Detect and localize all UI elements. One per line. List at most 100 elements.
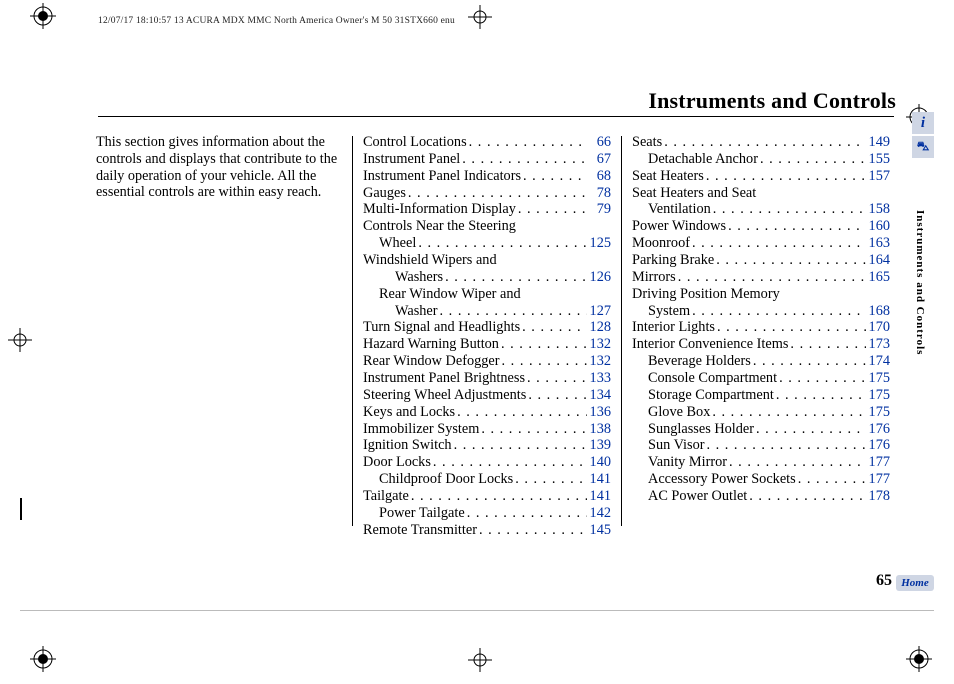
toc-label: Ventilation: [648, 201, 711, 218]
print-header: 12/07/17 18:10:57 13 ACURA MDX MMC North…: [98, 16, 455, 26]
toc-entry[interactable]: Instrument Panel . . . . . . . . . . . .…: [363, 151, 611, 168]
toc-entry[interactable]: Moonroof . . . . . . . . . . . . . . . .…: [632, 235, 890, 252]
toc-leader: . . . . . . . . . . . . . . . . . . . . …: [690, 235, 866, 252]
toc-label: Keys and Locks: [363, 404, 455, 421]
toc-label: Vanity Mirror: [648, 454, 727, 471]
toc-page: 176: [866, 421, 890, 438]
toc-label: Power Tailgate: [379, 505, 465, 522]
toc-entry[interactable]: Childproof Door Locks . . . . . . . . . …: [363, 471, 611, 488]
toc-page: 140: [587, 454, 611, 471]
toc-leader: . . . . . . . . . . . . . . . . . . . . …: [477, 522, 587, 539]
toc-entry[interactable]: Ventilation . . . . . . . . . . . . . . …: [632, 201, 890, 218]
toc-page: 136: [587, 404, 611, 421]
toc-label: Multi-Information Display: [363, 201, 516, 218]
home-tab[interactable]: Home: [896, 575, 934, 591]
toc-entry[interactable]: Instrument Panel Indicators . . . . . . …: [363, 168, 611, 185]
toc-entry[interactable]: Ignition Switch . . . . . . . . . . . . …: [363, 437, 611, 454]
toc-entry[interactable]: Glove Box . . . . . . . . . . . . . . . …: [632, 404, 890, 421]
toc-entry[interactable]: Power Windows . . . . . . . . . . . . . …: [632, 218, 890, 235]
toc-label: Controls Near the Steering: [363, 218, 516, 235]
toc-entry[interactable]: Keys and Locks . . . . . . . . . . . . .…: [363, 404, 611, 421]
toc-page: 163: [866, 235, 890, 252]
toc-page: 175: [866, 370, 890, 387]
toc-entry[interactable]: Wheel . . . . . . . . . . . . . . . . . …: [363, 235, 611, 252]
toc-page: 165: [866, 269, 890, 286]
toc-entry[interactable]: Tailgate . . . . . . . . . . . . . . . .…: [363, 488, 611, 505]
toc-entry[interactable]: Detachable Anchor . . . . . . . . . . . …: [632, 151, 890, 168]
toc-entry[interactable]: Immobilizer System . . . . . . . . . . .…: [363, 421, 611, 438]
registration-mark-icon: [906, 646, 936, 676]
info-icon: i: [921, 115, 925, 132]
toc-entry[interactable]: Seats . . . . . . . . . . . . . . . . . …: [632, 134, 890, 151]
toc-label: Childproof Door Locks: [379, 471, 513, 488]
toc-entry[interactable]: Sun Visor . . . . . . . . . . . . . . . …: [632, 437, 890, 454]
toc-label: Sunglasses Holder: [648, 421, 754, 438]
toc-entry: Controls Near the Steering: [363, 218, 611, 235]
toc-leader: . . . . . . . . . . . . . . . . . . . . …: [516, 201, 587, 218]
toc-label: Parking Brake: [632, 252, 714, 269]
toc-label: Washers: [395, 269, 443, 286]
toc-entry[interactable]: Instrument Panel Brightness . . . . . . …: [363, 370, 611, 387]
cross-mark-icon: [468, 5, 492, 29]
toc-leader: . . . . . . . . . . . . . . . . . . . . …: [704, 168, 866, 185]
toc-entry[interactable]: Console Compartment . . . . . . . . . . …: [632, 370, 890, 387]
toc-label: AC Power Outlet: [648, 488, 747, 505]
toc-entry[interactable]: Steering Wheel Adjustments . . . . . . .…: [363, 387, 611, 404]
page: { "header": "12/07/17 18:10:57 13 ACURA …: [0, 0, 954, 684]
toc-label: Driving Position Memory: [632, 286, 780, 303]
toc-entry[interactable]: Parking Brake . . . . . . . . . . . . . …: [632, 252, 890, 269]
cross-mark-icon: [468, 648, 492, 672]
toc-label: Rear Window Wiper and: [379, 286, 521, 303]
toc-page: 158: [866, 201, 890, 218]
toc-entry[interactable]: Interior Convenience Items . . . . . . .…: [632, 336, 890, 353]
toc-entry[interactable]: Multi-Information Display . . . . . . . …: [363, 201, 611, 218]
toc-leader: . . . . . . . . . . . . . . . . . . . . …: [455, 404, 587, 421]
info-tab[interactable]: i: [912, 112, 934, 134]
toc-entry: Rear Window Wiper and: [363, 286, 611, 303]
toc-entry[interactable]: Power Tailgate . . . . . . . . . . . . .…: [363, 505, 611, 522]
toc-entry[interactable]: Rear Window Defogger . . . . . . . . . .…: [363, 353, 611, 370]
toc-entry[interactable]: Seat Heaters . . . . . . . . . . . . . .…: [632, 168, 890, 185]
toc-page: 170: [866, 319, 890, 336]
toc-leader: . . . . . . . . . . . . . . . . . . . . …: [715, 319, 866, 336]
toc-label: Power Windows: [632, 218, 726, 235]
page-title: Instruments and Controls: [648, 88, 896, 114]
toc-leader: . . . . . . . . . . . . . . . . . . . . …: [690, 303, 866, 320]
toc-entry[interactable]: Washers . . . . . . . . . . . . . . . . …: [363, 269, 611, 286]
toc-leader: . . . . . . . . . . . . . . . . . . . . …: [796, 471, 866, 488]
toc-leader: . . . . . . . . . . . . . . . . . . . . …: [662, 134, 866, 151]
toc-page: 134: [587, 387, 611, 404]
toc-entry[interactable]: Vanity Mirror . . . . . . . . . . . . . …: [632, 454, 890, 471]
toc-entry[interactable]: Beverage Holders . . . . . . . . . . . .…: [632, 353, 890, 370]
section-tab[interactable]: ⛍: [912, 136, 934, 158]
toc-entry[interactable]: Mirrors . . . . . . . . . . . . . . . . …: [632, 269, 890, 286]
toc-entry[interactable]: Storage Compartment . . . . . . . . . . …: [632, 387, 890, 404]
toc-entry[interactable]: Door Locks . . . . . . . . . . . . . . .…: [363, 454, 611, 471]
toc-label: Detachable Anchor: [648, 151, 758, 168]
toc-entry[interactable]: Accessory Power Sockets . . . . . . . . …: [632, 471, 890, 488]
toc-label: Interior Lights: [632, 319, 715, 336]
toc-entry[interactable]: AC Power Outlet . . . . . . . . . . . . …: [632, 488, 890, 505]
toc-entry[interactable]: Hazard Warning Button . . . . . . . . . …: [363, 336, 611, 353]
toc-page: 160: [866, 218, 890, 235]
toc-leader: . . . . . . . . . . . . . . . . . . . . …: [452, 437, 587, 454]
toc-entry[interactable]: Control Locations . . . . . . . . . . . …: [363, 134, 611, 151]
toc-entry[interactable]: Turn Signal and Headlights . . . . . . .…: [363, 319, 611, 336]
toc-label: Glove Box: [648, 404, 710, 421]
toc-label: Storage Compartment: [648, 387, 774, 404]
toc-page: 141: [587, 488, 611, 505]
toc-entry[interactable]: Interior Lights . . . . . . . . . . . . …: [632, 319, 890, 336]
toc-leader: . . . . . . . . . . . . . . . . . . . . …: [500, 353, 587, 370]
toc-entry[interactable]: Washer . . . . . . . . . . . . . . . . .…: [363, 303, 611, 320]
toc-entry[interactable]: Gauges . . . . . . . . . . . . . . . . .…: [363, 185, 611, 202]
toc-leader: . . . . . . . . . . . . . . . . . . . . …: [499, 336, 587, 353]
toc-page: 66: [587, 134, 611, 151]
toc-entry[interactable]: Sunglasses Holder . . . . . . . . . . . …: [632, 421, 890, 438]
toc-label: Interior Convenience Items: [632, 336, 788, 353]
toc-label: Beverage Holders: [648, 353, 751, 370]
toc-page: 177: [866, 471, 890, 488]
toc-page: 164: [866, 252, 890, 269]
toc-label: Wheel: [379, 235, 416, 252]
toc-entry[interactable]: Remote Transmitter . . . . . . . . . . .…: [363, 522, 611, 539]
toc-entry[interactable]: System . . . . . . . . . . . . . . . . .…: [632, 303, 890, 320]
